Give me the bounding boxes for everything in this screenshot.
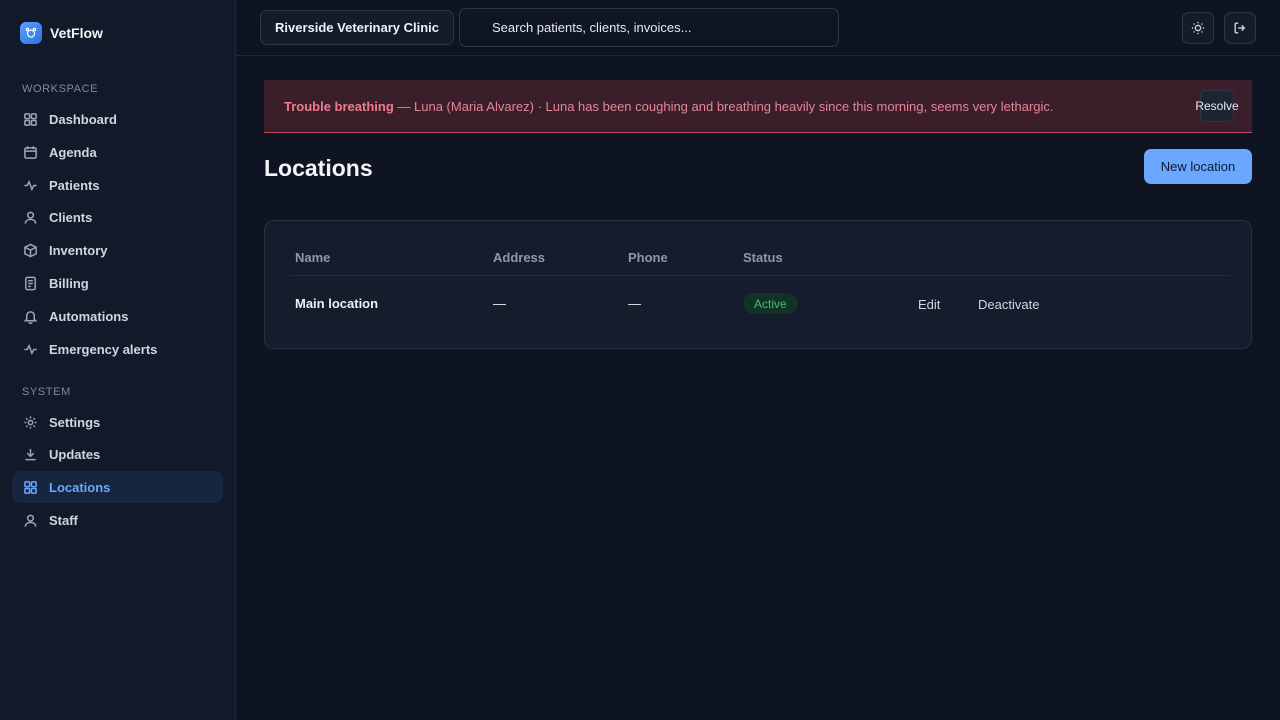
logout-button[interactable] bbox=[1224, 12, 1256, 44]
column-header-address: Address bbox=[493, 250, 546, 265]
page-title: Locations bbox=[264, 155, 373, 181]
download-icon bbox=[22, 446, 38, 462]
theme-toggle-button[interactable] bbox=[1182, 12, 1214, 44]
sidebar-item-updates[interactable]: Updates bbox=[12, 438, 223, 470]
grid-icon bbox=[22, 111, 38, 127]
grid-icon bbox=[22, 479, 38, 495]
deactivate-button[interactable]: Deactivate bbox=[978, 297, 1039, 312]
sidebar-item-inventory[interactable]: Inventory bbox=[12, 234, 223, 266]
app-logo-icon bbox=[20, 22, 42, 44]
sidebar-item-agenda[interactable]: Agenda bbox=[12, 136, 223, 168]
sidebar-item-label: Locations bbox=[49, 479, 111, 495]
status-badge: Active bbox=[743, 293, 798, 314]
emergency-alert-banner: Trouble breathing — Luna (Maria Alvarez)… bbox=[264, 80, 1252, 133]
logout-icon bbox=[1233, 21, 1247, 35]
location-phone: — bbox=[628, 296, 641, 311]
sidebar-item-label: Staff bbox=[49, 512, 78, 528]
sidebar-item-label: Updates bbox=[49, 446, 101, 462]
sidebar-item-billing[interactable]: Billing bbox=[12, 267, 223, 299]
section-label-workspace: WORKSPACE bbox=[22, 83, 99, 95]
receipt-icon bbox=[22, 275, 38, 291]
row-divider bbox=[289, 275, 1231, 276]
user-icon bbox=[22, 209, 38, 225]
search-input[interactable]: Search patients, clients, invoices... bbox=[459, 8, 839, 47]
section-label-system: SYSTEM bbox=[22, 386, 71, 398]
alert-title: Trouble breathing bbox=[284, 98, 394, 114]
edit-button[interactable]: Edit bbox=[918, 297, 940, 312]
new-location-button[interactable]: New location bbox=[1144, 149, 1252, 184]
app-name: VetFlow bbox=[50, 25, 103, 41]
resolve-button[interactable]: Resolve bbox=[1195, 90, 1239, 122]
bell-icon bbox=[22, 308, 38, 324]
sidebar: VetFlow WORKSPACE Dashboard Agenda Patie… bbox=[0, 0, 236, 720]
locations-table: Name Address Phone Status Main location … bbox=[264, 220, 1252, 349]
sidebar-item-label: Automations bbox=[49, 308, 129, 324]
column-header-status: Status bbox=[743, 250, 783, 265]
sidebar-item-dashboard[interactable]: Dashboard bbox=[12, 103, 223, 135]
box-icon bbox=[22, 242, 38, 258]
sidebar-item-label: Billing bbox=[49, 275, 89, 291]
sidebar-item-label: Inventory bbox=[49, 242, 108, 258]
sidebar-item-staff[interactable]: Staff bbox=[12, 504, 223, 536]
calendar-icon bbox=[22, 144, 38, 160]
alert-message: — Luna (Maria Alvarez) · Luna has been c… bbox=[393, 98, 1054, 114]
sidebar-item-label: Dashboard bbox=[49, 111, 117, 127]
clinic-selector-button[interactable]: Riverside Veterinary Clinic bbox=[260, 10, 455, 45]
sidebar-item-locations[interactable]: Locations bbox=[12, 471, 223, 503]
sun-icon bbox=[1191, 21, 1205, 35]
brand[interactable]: VetFlow bbox=[20, 22, 103, 44]
sidebar-item-patients[interactable]: Patients bbox=[12, 169, 223, 201]
sidebar-item-label: Emergency alerts bbox=[49, 341, 158, 357]
activity-icon bbox=[22, 177, 38, 193]
sidebar-item-label: Agenda bbox=[49, 144, 97, 160]
location-address: — bbox=[493, 296, 506, 311]
activity-icon bbox=[22, 341, 38, 357]
sidebar-item-emergency-alerts[interactable]: Emergency alerts bbox=[12, 333, 223, 365]
gear-icon bbox=[22, 414, 38, 430]
column-header-phone: Phone bbox=[628, 250, 668, 265]
location-name: Main location bbox=[295, 296, 379, 311]
sidebar-item-clients[interactable]: Clients bbox=[12, 201, 223, 233]
topbar: Riverside Veterinary Clinic Search patie… bbox=[236, 0, 1280, 56]
sidebar-item-label: Patients bbox=[49, 177, 100, 193]
user-icon bbox=[22, 512, 38, 528]
sidebar-item-settings[interactable]: Settings bbox=[12, 406, 223, 438]
sidebar-item-automations[interactable]: Automations bbox=[12, 300, 223, 332]
sidebar-item-label: Settings bbox=[49, 414, 101, 430]
sidebar-item-label: Clients bbox=[49, 209, 93, 225]
column-header-name: Name bbox=[295, 250, 331, 265]
